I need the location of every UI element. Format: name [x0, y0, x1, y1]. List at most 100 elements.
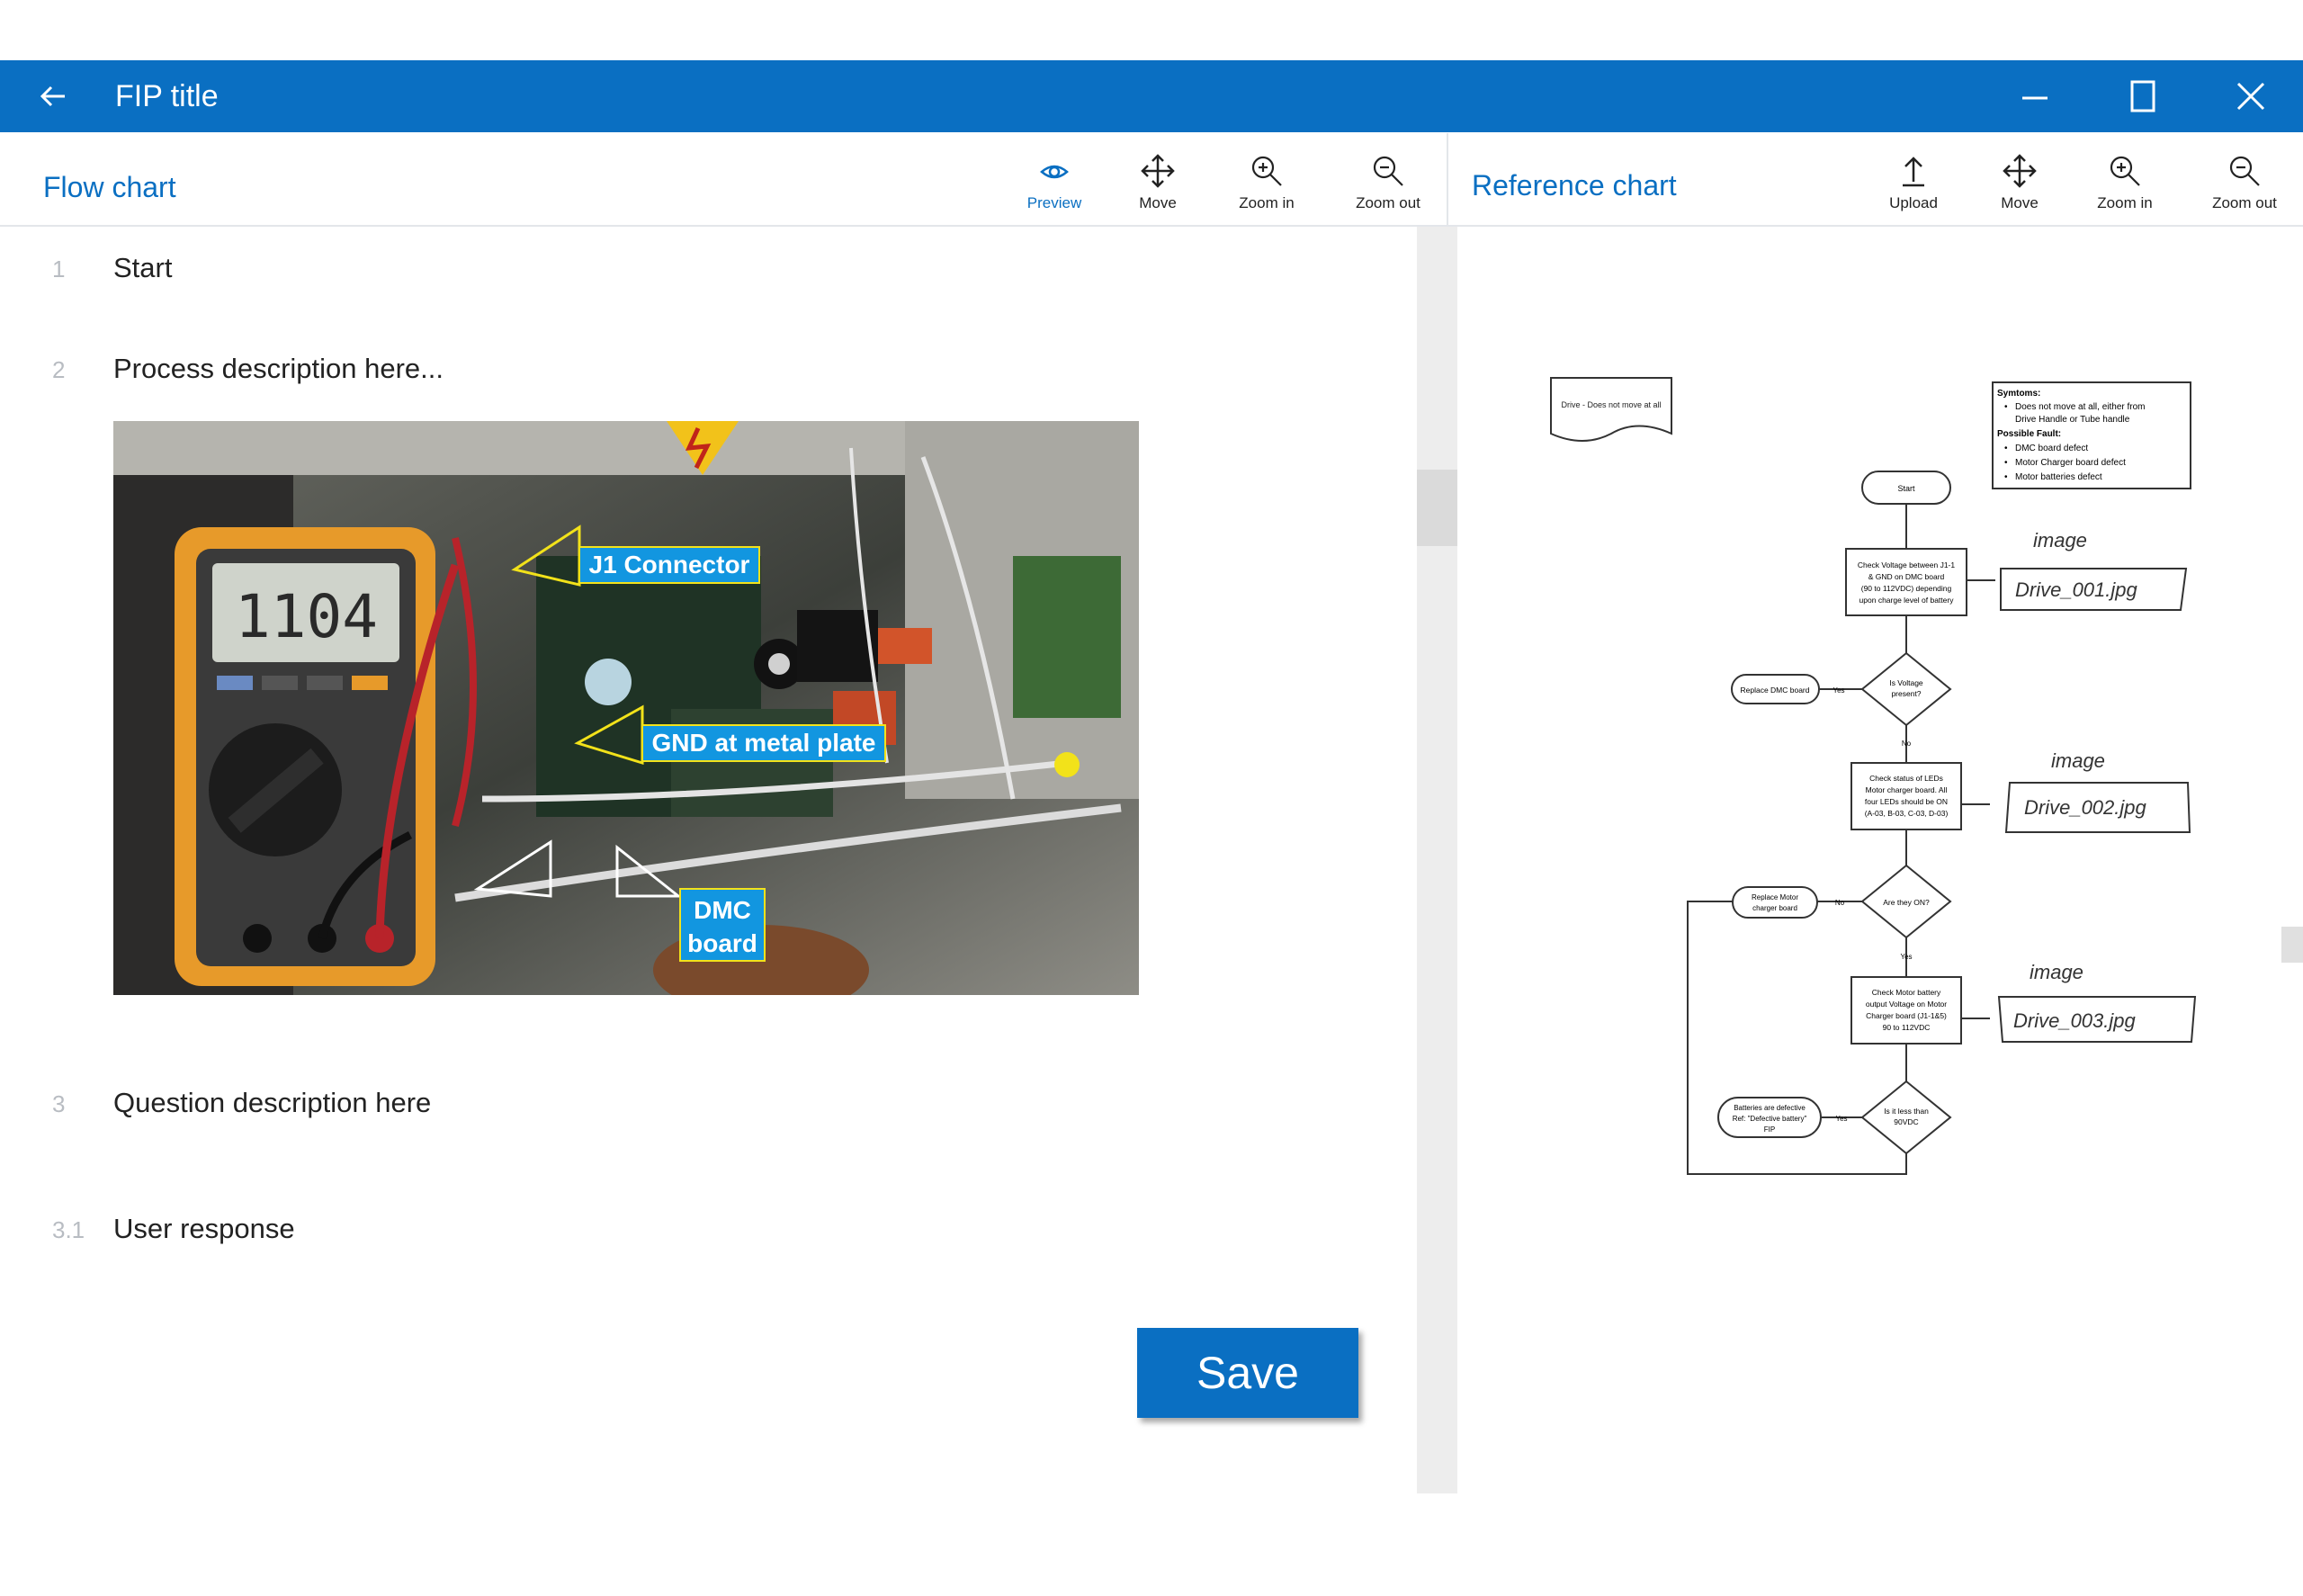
reference-move-label: Move	[2001, 194, 2039, 211]
step-question-description[interactable]: Question description here	[113, 1087, 431, 1119]
zoom-out-icon	[1373, 156, 1403, 186]
j1-connector-label: J1 Connector	[589, 551, 750, 578]
zoom-in-icon	[2110, 156, 2140, 186]
check3-line2: output Voltage on Motor	[1866, 1000, 1947, 1009]
move-icon	[1141, 154, 1175, 188]
svg-text:•: •	[2004, 444, 2008, 453]
check1-line3: (90 to 112VDC) depending	[1861, 584, 1952, 593]
move-button[interactable]: Move	[1108, 153, 1207, 225]
eye-icon	[1040, 165, 1069, 179]
window-title: FIP title	[115, 79, 219, 113]
check2-line2: Motor charger board. All	[1866, 785, 1948, 794]
move-label: Move	[1139, 194, 1177, 211]
step-start[interactable]: Start	[113, 252, 172, 284]
replace-motor-line1: Replace Motor	[1752, 893, 1798, 901]
process-photo: 1104 J1 Connector GND at metal plate DMC…	[113, 421, 1139, 995]
reference-zoom-out-button[interactable]: Zoom out	[2195, 153, 2294, 225]
title-bar: FIP title	[0, 60, 2303, 132]
symptoms-title: Symtoms:	[1997, 389, 2040, 399]
check2-line4: (A-03, B-03, C-03, D-03)	[1865, 809, 1949, 818]
step-process-description[interactable]: Process description here...	[113, 353, 444, 385]
preview-label: Preview	[1026, 194, 1082, 211]
preview-button[interactable]: Preview	[1005, 153, 1104, 225]
note-file-2: Drive_002.jpg	[2024, 796, 2147, 819]
step-number: 3.1	[52, 1216, 85, 1243]
move-icon	[2003, 154, 2037, 188]
reference-zoom-in-button[interactable]: Zoom in	[2075, 153, 2174, 225]
battery-line1: Batteries are defective	[1734, 1104, 1806, 1112]
fault-3: Motor batteries defect	[2015, 472, 2102, 482]
reference-zoom-in-label: Zoom in	[2097, 194, 2153, 211]
no-label: No	[1835, 899, 1845, 907]
fault-1: DMC board defect	[2015, 444, 2088, 453]
zoom-out-button[interactable]: Zoom out	[1339, 153, 1438, 225]
symptom-line1: Does not move at all, either from	[2015, 402, 2146, 412]
dmc-label-line2: board	[687, 929, 757, 957]
replace-motor-line2: charger board	[1752, 904, 1797, 912]
check1-line2: & GND on DMC board	[1868, 572, 1945, 581]
fault-title: Possible Fault:	[1997, 429, 2061, 439]
yes-label: Yes	[1835, 1115, 1847, 1123]
doc-title: Drive - Does not move at all	[1561, 400, 1661, 409]
reference-scrollbar-thumb[interactable]	[2281, 927, 2303, 963]
reference-flowchart-image: Drive - Does not move at all Symtoms: • …	[1550, 377, 2197, 1175]
check1-line1: Check Voltage between J1-1	[1858, 560, 1955, 569]
check2-line1: Check status of LEDs	[1869, 774, 1943, 783]
svg-text:•: •	[2004, 458, 2008, 468]
decision3-line1: Is it less than	[1884, 1107, 1929, 1116]
symptom-line2: Drive Handle or Tube handle	[2015, 415, 2130, 425]
check3-line4: 90 to 112VDC	[1883, 1023, 1931, 1032]
zoom-in-button[interactable]: Zoom in	[1217, 153, 1316, 225]
flow-chart-scrollbar[interactable]	[1417, 227, 1457, 1493]
flow-chart-header: Flow chart Preview Move Zoom in Zoom out	[0, 133, 1447, 227]
note-word-2: image	[2051, 749, 2105, 772]
replace-dmc-node: Replace DMC board	[1740, 686, 1809, 695]
zoom-out-label: Zoom out	[1356, 194, 1420, 211]
svg-text:1104: 1104	[235, 582, 378, 651]
upload-label: Upload	[1889, 194, 1938, 211]
check3-line3: Charger board (J1-1&5)	[1866, 1011, 1947, 1020]
reference-chart-heading: Reference chart	[1472, 169, 1677, 202]
start-node: Start	[1897, 484, 1915, 493]
zoom-out-icon	[2229, 156, 2260, 186]
reference-zoom-out-label: Zoom out	[2212, 194, 2277, 211]
reference-move-button[interactable]: Move	[1970, 153, 2069, 225]
minimize-icon[interactable]	[2015, 76, 2055, 116]
yes-label: Yes	[1900, 953, 1912, 961]
svg-text:•: •	[2004, 472, 2008, 482]
svg-text:•: •	[2004, 402, 2008, 412]
scrollbar-thumb[interactable]	[1417, 470, 1457, 546]
decision1-line1: Is Voltage	[1889, 678, 1923, 687]
maximize-icon[interactable]	[2123, 76, 2163, 116]
dmc-label-line1: DMC	[694, 896, 751, 924]
note-word-3: image	[2030, 961, 2083, 983]
check2-line3: four LEDs should be ON	[1865, 797, 1948, 806]
upload-icon	[1903, 157, 1924, 187]
yes-label: Yes	[1833, 686, 1844, 695]
save-button[interactable]: Save	[1137, 1328, 1358, 1418]
step-user-response[interactable]: User response	[113, 1213, 295, 1245]
decision2-node: Are they ON?	[1883, 898, 1930, 907]
zoom-in-label: Zoom in	[1239, 194, 1295, 211]
gnd-label: GND at metal plate	[652, 729, 876, 757]
decision3-line2: 90VDC	[1894, 1117, 1918, 1126]
note-file-3: Drive_003.jpg	[2013, 1009, 2137, 1032]
reference-chart-header: Reference chart Upload Move Zoom in Zoom…	[1448, 133, 2303, 227]
battery-line2: Ref: "Defective battery"	[1733, 1115, 1807, 1123]
step-number: 2	[52, 356, 66, 383]
step-number: 3	[52, 1090, 66, 1117]
close-icon[interactable]	[2231, 76, 2271, 116]
note-word-1: image	[2033, 529, 2087, 551]
note-file-1: Drive_001.jpg	[2015, 578, 2138, 601]
no-label: No	[1902, 740, 1912, 748]
back-arrow-icon[interactable]	[34, 76, 74, 116]
step-number: 1	[52, 256, 66, 282]
upload-button[interactable]: Upload	[1864, 153, 1963, 225]
fault-2: Motor Charger board defect	[2015, 458, 2126, 468]
check1-line4: upon charge level of battery	[1859, 596, 1955, 605]
battery-line3: FIP	[1764, 1125, 1775, 1134]
flow-chart-heading: Flow chart	[43, 171, 176, 203]
check3-line1: Check Motor battery	[1872, 988, 1941, 997]
zoom-in-icon	[1251, 156, 1282, 186]
decision1-line2: present?	[1891, 689, 1921, 698]
